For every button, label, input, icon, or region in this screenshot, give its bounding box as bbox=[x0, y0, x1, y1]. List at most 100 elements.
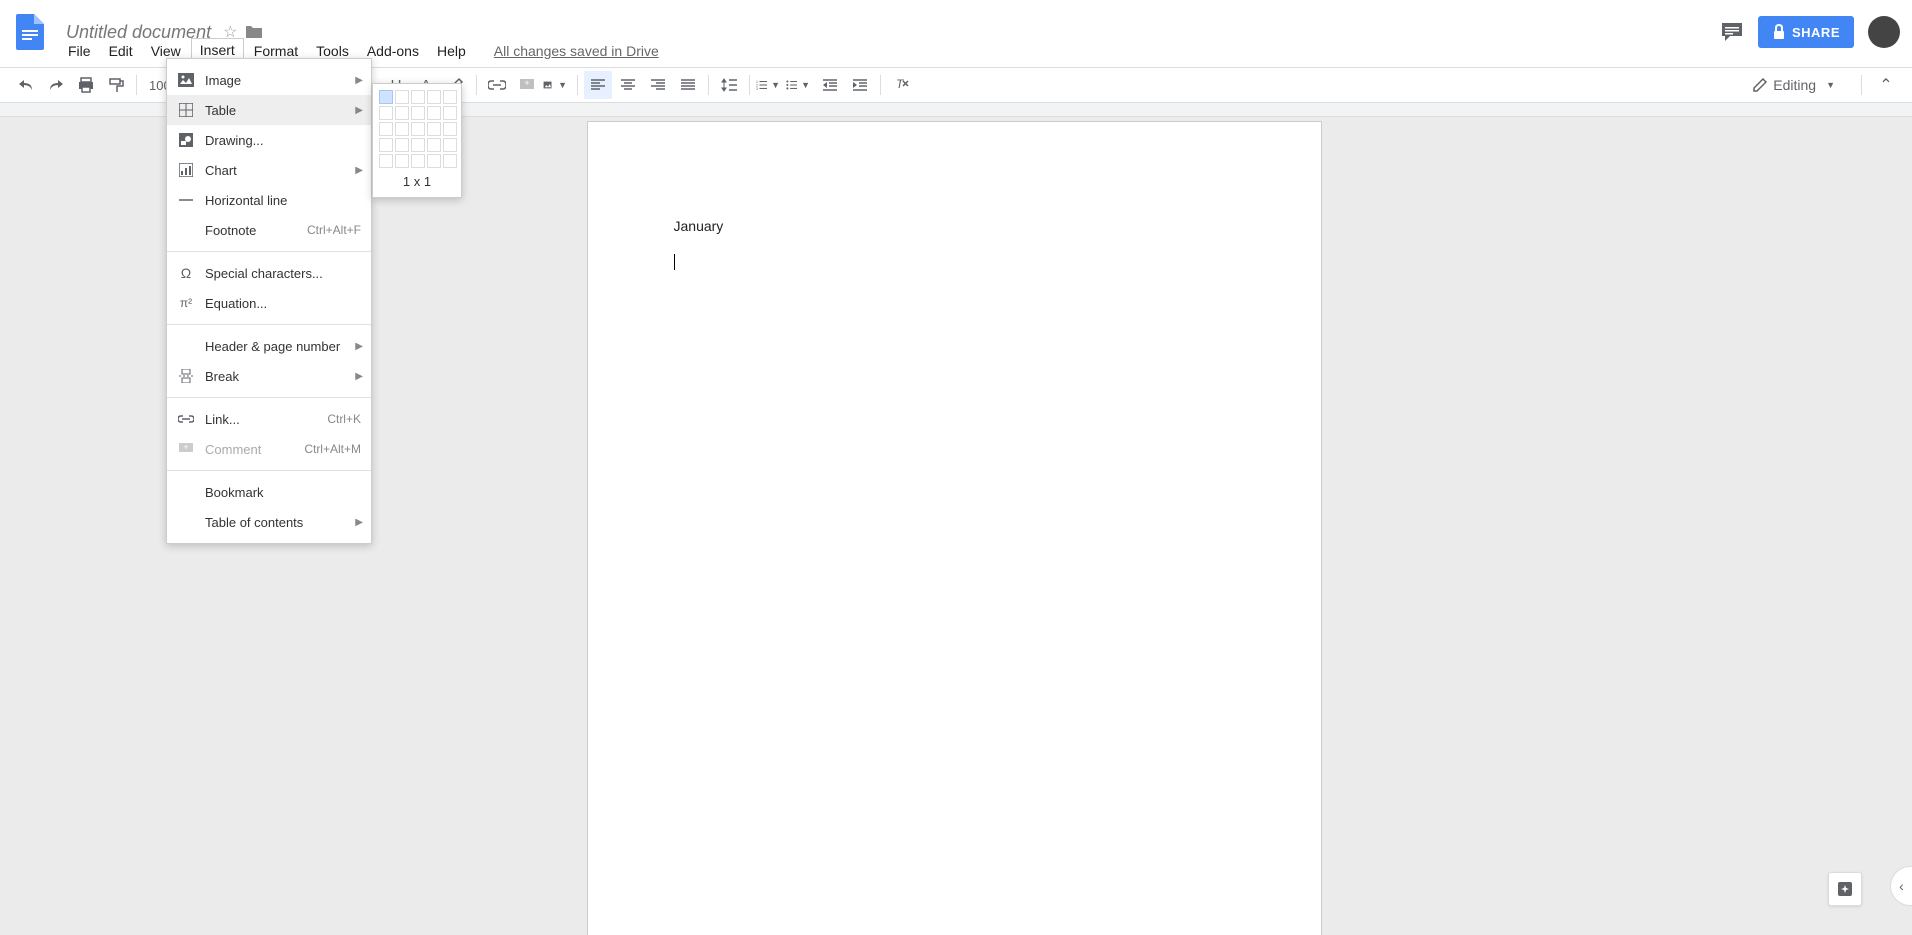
menu-help[interactable]: Help bbox=[429, 39, 474, 63]
table-cell[interactable] bbox=[411, 154, 425, 168]
insert-image-item[interactable]: Image ▶ bbox=[167, 65, 371, 95]
undo-button[interactable] bbox=[12, 71, 40, 99]
menu-separator bbox=[167, 470, 371, 471]
table-cell[interactable] bbox=[411, 138, 425, 152]
table-cell[interactable] bbox=[443, 122, 457, 136]
table-cell[interactable] bbox=[379, 106, 393, 120]
editing-mode-label: Editing bbox=[1773, 77, 1816, 93]
submenu-arrow-icon: ▶ bbox=[355, 165, 363, 176]
svg-text:3: 3 bbox=[756, 87, 758, 91]
account-avatar[interactable] bbox=[1868, 16, 1900, 48]
table-cell[interactable] bbox=[411, 90, 425, 104]
table-cell[interactable] bbox=[427, 154, 441, 168]
image-icon bbox=[177, 71, 195, 89]
pencil-icon bbox=[1753, 78, 1767, 92]
bulleted-list-button[interactable]: ▼ bbox=[786, 71, 814, 99]
submenu-arrow-icon: ▶ bbox=[355, 517, 363, 528]
table-cell[interactable] bbox=[395, 106, 409, 120]
svg-text:+: + bbox=[524, 78, 529, 88]
insert-chart-item[interactable]: Chart ▶ bbox=[167, 155, 371, 185]
insert-menu-dropdown: Image ▶ Table ▶ Drawing... Chart ▶ Horiz… bbox=[166, 58, 372, 544]
line-icon bbox=[177, 191, 195, 209]
insert-table-of-contents-item[interactable]: Table of contents ▶ bbox=[167, 507, 371, 537]
table-cell[interactable] bbox=[395, 122, 409, 136]
table-cell[interactable] bbox=[379, 138, 393, 152]
align-center-button[interactable] bbox=[614, 71, 642, 99]
explore-button[interactable] bbox=[1828, 872, 1862, 906]
insert-comment-button[interactable]: + bbox=[513, 71, 541, 99]
align-right-button[interactable] bbox=[644, 71, 672, 99]
align-justify-button[interactable] bbox=[674, 71, 702, 99]
insert-horizontal-line-item[interactable]: Horizontal line bbox=[167, 185, 371, 215]
numbered-list-button[interactable]: 123▼ bbox=[756, 71, 784, 99]
menu-edit[interactable]: Edit bbox=[101, 39, 141, 63]
table-cell[interactable] bbox=[443, 138, 457, 152]
submenu-arrow-icon: ▶ bbox=[355, 371, 363, 382]
table-cell[interactable] bbox=[395, 90, 409, 104]
table-size-grid[interactable] bbox=[379, 90, 455, 168]
document-page[interactable]: January bbox=[587, 121, 1322, 935]
table-cell-1-1[interactable] bbox=[379, 90, 393, 104]
pi-icon: π² bbox=[177, 294, 195, 312]
increase-indent-button[interactable] bbox=[846, 71, 874, 99]
document-text: January bbox=[674, 218, 724, 234]
table-cell[interactable] bbox=[411, 122, 425, 136]
submenu-arrow-icon: ▶ bbox=[355, 105, 363, 116]
table-cell[interactable] bbox=[427, 138, 441, 152]
insert-link-button[interactable] bbox=[483, 71, 511, 99]
table-cell[interactable] bbox=[427, 90, 441, 104]
insert-comment-item: + Comment Ctrl+Alt+M bbox=[167, 434, 371, 464]
insert-drawing-item[interactable]: Drawing... bbox=[167, 125, 371, 155]
menu-separator bbox=[167, 324, 371, 325]
print-button[interactable] bbox=[72, 71, 100, 99]
chevron-left-icon: ‹ bbox=[1899, 878, 1904, 894]
insert-footnote-item[interactable]: Footnote Ctrl+Alt+F bbox=[167, 215, 371, 245]
footnote-icon bbox=[177, 221, 195, 239]
redo-button[interactable] bbox=[42, 71, 70, 99]
comments-button[interactable] bbox=[1720, 21, 1744, 43]
insert-image-button[interactable]: ▼ bbox=[543, 71, 571, 99]
menu-separator bbox=[167, 397, 371, 398]
table-cell[interactable] bbox=[443, 154, 457, 168]
decrease-indent-button[interactable] bbox=[816, 71, 844, 99]
submenu-arrow-icon: ▶ bbox=[355, 75, 363, 86]
link-icon bbox=[177, 410, 195, 428]
share-button-label: SHARE bbox=[1792, 25, 1840, 40]
editing-mode-button[interactable]: Editing ▼ bbox=[1741, 77, 1851, 93]
table-cell[interactable] bbox=[395, 138, 409, 152]
omega-icon: Ω bbox=[177, 264, 195, 282]
menu-file[interactable]: File bbox=[60, 39, 99, 63]
table-cell[interactable] bbox=[379, 154, 393, 168]
insert-equation-item[interactable]: π² Equation... bbox=[167, 288, 371, 318]
submenu-arrow-icon: ▶ bbox=[355, 341, 363, 352]
insert-break-item[interactable]: Break ▶ bbox=[167, 361, 371, 391]
share-button[interactable]: SHARE bbox=[1758, 16, 1854, 48]
drawing-icon bbox=[177, 131, 195, 149]
comment-icon: + bbox=[177, 440, 195, 458]
insert-header-page-number-item[interactable]: Header & page number ▶ bbox=[167, 331, 371, 361]
insert-bookmark-item[interactable]: Bookmark bbox=[167, 477, 371, 507]
table-cell[interactable] bbox=[443, 106, 457, 120]
clear-formatting-button[interactable]: T bbox=[887, 71, 915, 99]
break-icon bbox=[177, 367, 195, 385]
table-cell[interactable] bbox=[427, 122, 441, 136]
table-cell[interactable] bbox=[427, 106, 441, 120]
table-cell[interactable] bbox=[395, 154, 409, 168]
insert-table-item[interactable]: Table ▶ bbox=[167, 95, 371, 125]
table-cell[interactable] bbox=[379, 122, 393, 136]
line-spacing-button[interactable] bbox=[715, 71, 743, 99]
table-dimensions-label: 1 x 1 bbox=[379, 168, 455, 191]
lock-icon bbox=[1772, 24, 1786, 40]
insert-special-characters-item[interactable]: Ω Special characters... bbox=[167, 258, 371, 288]
insert-link-item[interactable]: Link... Ctrl+K bbox=[167, 404, 371, 434]
table-cell[interactable] bbox=[443, 90, 457, 104]
table-cell[interactable] bbox=[411, 106, 425, 120]
table-size-submenu: 1 x 1 bbox=[372, 83, 462, 198]
docs-logo[interactable] bbox=[12, 14, 48, 50]
align-left-button[interactable] bbox=[584, 71, 612, 99]
menu-separator bbox=[167, 251, 371, 252]
paint-format-button[interactable] bbox=[102, 71, 130, 99]
save-status[interactable]: All changes saved in Drive bbox=[494, 43, 659, 59]
collapse-toolbar-button[interactable]: ⌃ bbox=[1872, 71, 1900, 99]
svg-text:+: + bbox=[183, 443, 188, 452]
